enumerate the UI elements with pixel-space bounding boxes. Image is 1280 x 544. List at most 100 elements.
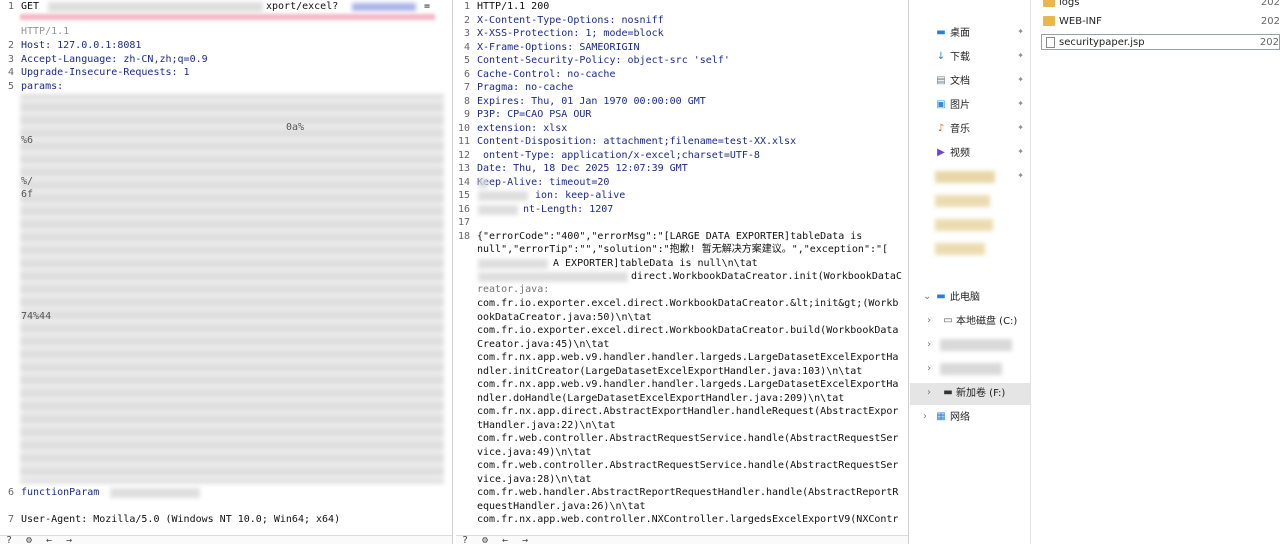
stack-line: com.fr.web.controller.AbstractRequestSer… [477,460,899,471]
next-icon[interactable]: → [522,535,528,544]
explorer-navigation-pane[interactable]: ▬ 桌面 ✦ ↓ 下载 ✦ ▤ 文档 ✦ ▣ 图片 ✦ ♪ 音乐 ✦ ▶ 视频 … [910,0,1031,544]
chevron-right-icon[interactable]: › [927,363,931,374]
stack-line: vice.java:49)\n\tat [477,446,592,458]
line-number: 10 [457,122,470,134]
response-header: Expires: Thu, 01 Jan 1970 00:00:00 GMT [477,95,706,107]
redacted-body [478,272,628,282]
line-number: 18 [457,230,470,242]
response-header: Content-Security-Policy: object-src 'sel… [477,55,730,66]
nav-item-redacted-drive[interactable]: › [910,359,1030,381]
response-header: Keep-Alive: timeout=20 [477,176,610,188]
drive-icon: ▭ [943,315,953,326]
nav-item-network[interactable]: › ▦ 网络 [910,407,1030,429]
request-pane[interactable]: 1 GET xport/excel? = HTTP/1.1 2 Host: 12… [0,0,453,544]
stack-line: com.fr.nx.app.web.controller.NXControlle… [477,514,899,525]
prev-icon[interactable]: ← [46,535,52,544]
file-icon [1046,37,1055,48]
redacted-header [478,191,528,201]
nav-item-label: 桌面 [950,28,970,39]
line-number: 9 [463,109,470,120]
file-row[interactable]: WEB-INF 202 [1039,14,1280,30]
explorer-file-list[interactable]: logs 202 WEB-INF 202 securitypaper.jsp 2… [1031,0,1280,544]
nav-item-documents[interactable]: ▤ 文档 ✦ [910,71,1030,93]
redacted-label [940,339,1012,351]
help-icon[interactable]: ? [6,535,12,544]
file-name: securitypaper.jsp [1059,37,1145,48]
request-method: GET [21,1,40,12]
nav-item-desktop[interactable]: ▬ 桌面 ✦ [910,23,1030,45]
pin-icon[interactable]: ✦ [1017,99,1024,108]
help-icon[interactable]: ? [462,535,468,544]
stack-line: com.fr.io.exporter.excel.direct.Workbook… [477,298,899,309]
line-number: 8 [463,95,470,107]
response-header: Pragma: no-cache [477,82,574,93]
line-number: 2 [7,40,14,51]
stack-line: com.fr.nx.app.direct.AbstractExportHandl… [477,406,899,417]
nav-item-label: 新加卷 (F:) [956,388,1006,399]
music-icon: ♪ [937,123,945,134]
line-number: 7 [7,514,14,525]
drive-icon: ▬ [943,387,953,398]
line-number: 5 [463,55,470,66]
nav-item-videos[interactable]: ▶ 视频 ✦ [910,143,1030,165]
response-pane[interactable]: 1 HTTP/1.1 200 2 X-Content-Type-Options:… [456,0,909,544]
nav-item-redacted[interactable] [910,239,1030,261]
redacted-url-highlight [352,3,416,11]
pin-icon[interactable]: ✦ [1017,147,1024,156]
nav-item-download[interactable]: ↓ 下载 ✦ [910,47,1030,69]
pin-icon[interactable]: ✦ [1017,51,1024,60]
line-number: 4 [7,67,14,78]
response-header: Date: Thu, 18 Dec 2025 12:07:39 GMT [477,163,688,174]
file-row[interactable]: logs 202 [1039,0,1280,11]
chevron-right-icon[interactable]: › [927,315,931,326]
request-toolbar: ? ⚙ ← → [0,535,452,544]
nav-item-redacted[interactable] [910,191,1030,213]
nav-item-label: 图片 [950,100,970,111]
params-label: params: [21,80,64,92]
file-row[interactable]: securitypaper.jsp 202 [1041,34,1280,50]
nav-item-redacted[interactable] [910,215,1030,237]
file-name: logs [1059,0,1080,8]
picture-icon: ▣ [936,99,946,110]
chevron-right-icon[interactable]: › [927,339,931,350]
video-icon: ▶ [937,147,945,158]
pin-icon[interactable]: ✦ [1017,171,1024,180]
redacted-url [48,2,263,12]
host-header: Host: 127.0.0.1:8081 [21,40,142,51]
settings-icon[interactable]: ⚙ [26,535,32,544]
line-number: 15 [457,190,470,201]
pin-icon[interactable]: ✦ [1017,123,1024,132]
stack-line: ookDataCreator.java:50)\n\tat [477,311,652,323]
nav-item-new-volume[interactable]: › ▬ 新加卷 (F:) [910,383,1030,405]
line-number: 16 [457,203,470,215]
response-body-line: null","errorTip":"","solution":"抱歉! 暂无解决… [477,244,889,255]
chevron-down-icon[interactable]: ⌄ [923,291,931,302]
nav-item-redacted[interactable]: ✦ [910,167,1030,189]
settings-icon[interactable]: ⚙ [482,535,488,544]
nav-item-pictures[interactable]: ▣ 图片 ✦ [910,95,1030,117]
computer-icon: ▬ [936,291,946,302]
pin-icon[interactable]: ✦ [1017,27,1024,36]
nav-item-label: 视频 [950,148,970,159]
prev-icon[interactable]: ← [502,535,508,544]
nav-item-local-disk[interactable]: › ▭ 本地磁盘 (C:) [910,311,1030,333]
nav-item-label: 本地磁盘 (C:) [956,316,1018,327]
stack-line: ndler.initCreator(LargeDatasetExcelExpor… [477,365,863,377]
pin-icon[interactable]: ✦ [1017,75,1024,84]
nav-item-this-pc[interactable]: ⌄ ▬ 此电脑 [910,287,1030,309]
nav-item-redacted-drive[interactable]: › [910,335,1030,357]
chevron-right-icon[interactable]: › [923,411,927,422]
next-icon[interactable]: → [66,535,72,544]
chevron-right-icon[interactable]: › [927,387,931,398]
redacted-body [478,259,548,269]
upgrade-insecure-header: Upgrade-Insecure-Requests: 1 [21,67,190,78]
line-number: 3 [7,53,14,65]
nav-item-music[interactable]: ♪ 音乐 ✦ [910,119,1030,141]
params-fragment: %/ [21,176,34,187]
response-header: Cache-Control: no-cache [477,68,616,80]
response-body-line: direct.WorkbookDataCreator.init(Workbook… [631,271,902,282]
line-number: 13 [457,163,470,174]
stack-line: com.fr.io.exporter.excel.direct.Workbook… [477,325,899,336]
response-header: Content-Disposition: attachment;filename… [477,136,797,147]
line-number: 12 [457,149,470,161]
